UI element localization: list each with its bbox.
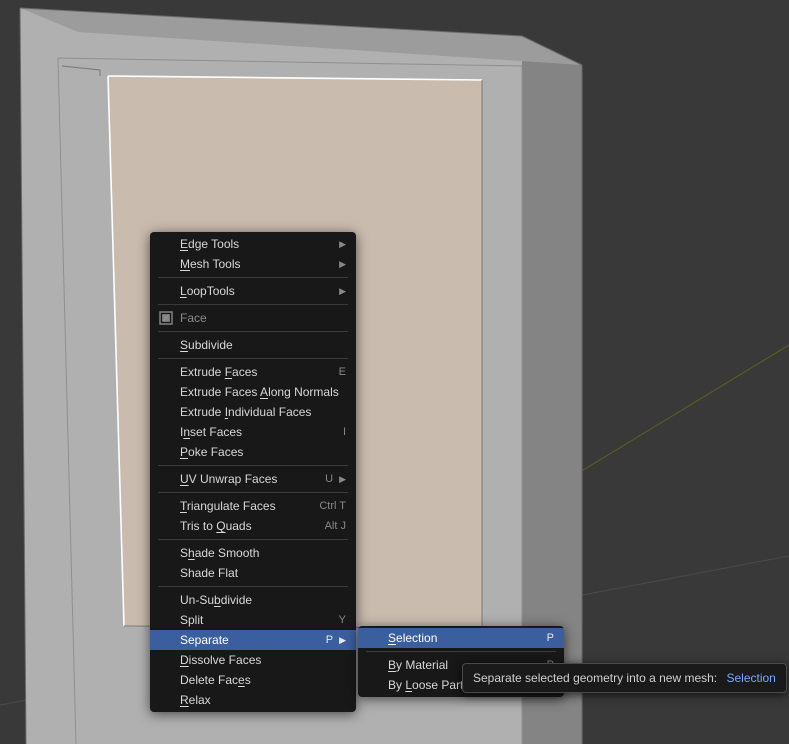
face-icon (158, 310, 174, 326)
menu-item-poke-faces[interactable]: Poke Faces (150, 442, 356, 462)
chevron-right-icon: ▶ (339, 239, 346, 250)
face-context-menu: Edge Tools ▶ Mesh Tools ▶ LoopTools ▶ Fa… (150, 232, 356, 712)
menu-item-dissolve-faces[interactable]: Dissolve Faces (150, 650, 356, 670)
menu-item-separate[interactable]: Separate P ▶ (150, 630, 356, 650)
menu-item-tris-to-quads[interactable]: Tris to Quads Alt J (150, 516, 356, 536)
menu-item-uv-unwrap[interactable]: UV Unwrap Faces U ▶ (150, 469, 356, 489)
menu-separator (158, 331, 348, 332)
chevron-right-icon: ▶ (339, 286, 346, 297)
menu-separator (158, 586, 348, 587)
menu-item-mesh-tools[interactable]: Mesh Tools ▶ (150, 254, 356, 274)
menu-item-shade-flat[interactable]: Shade Flat (150, 563, 356, 583)
menu-item-inset-faces[interactable]: Inset Faces I (150, 422, 356, 442)
tooltip-text: Separate selected geometry into a new me… (473, 671, 717, 685)
menu-item-delete-faces[interactable]: Delete Faces (150, 670, 356, 690)
menu-item-shade-smooth[interactable]: Shade Smooth (150, 543, 356, 563)
chevron-right-icon: ▶ (339, 474, 346, 485)
menu-separator (158, 465, 348, 466)
menu-item-extrude-along-normals[interactable]: Extrude Faces Along Normals (150, 382, 356, 402)
chevron-right-icon: ▶ (339, 635, 346, 646)
menu-item-relax[interactable]: Relax (150, 690, 356, 710)
menu-item-subdivide[interactable]: Subdivide (150, 335, 356, 355)
menu-header-face: Face (150, 308, 356, 328)
menu-item-triangulate[interactable]: Triangulate Faces Ctrl T (150, 496, 356, 516)
menu-separator (366, 651, 556, 652)
menu-item-looptools[interactable]: LoopTools ▶ (150, 281, 356, 301)
tooltip-highlight: Selection (726, 671, 775, 685)
chevron-right-icon: ▶ (339, 259, 346, 270)
menu-item-edge-tools[interactable]: Edge Tools ▶ (150, 234, 356, 254)
menu-separator (158, 492, 348, 493)
menu-separator (158, 358, 348, 359)
menu-separator (158, 304, 348, 305)
menu-separator (158, 277, 348, 278)
menu-separator (158, 539, 348, 540)
menu-item-unsubdivide[interactable]: Un-Subdivide (150, 590, 356, 610)
menu-item-extrude-individual[interactable]: Extrude Individual Faces (150, 402, 356, 422)
submenu-item-selection[interactable]: Selection P (358, 628, 564, 648)
tooltip: Separate selected geometry into a new me… (462, 663, 787, 693)
menu-item-extrude-faces[interactable]: Extrude Faces E (150, 362, 356, 382)
menu-item-split[interactable]: Split Y (150, 610, 356, 630)
